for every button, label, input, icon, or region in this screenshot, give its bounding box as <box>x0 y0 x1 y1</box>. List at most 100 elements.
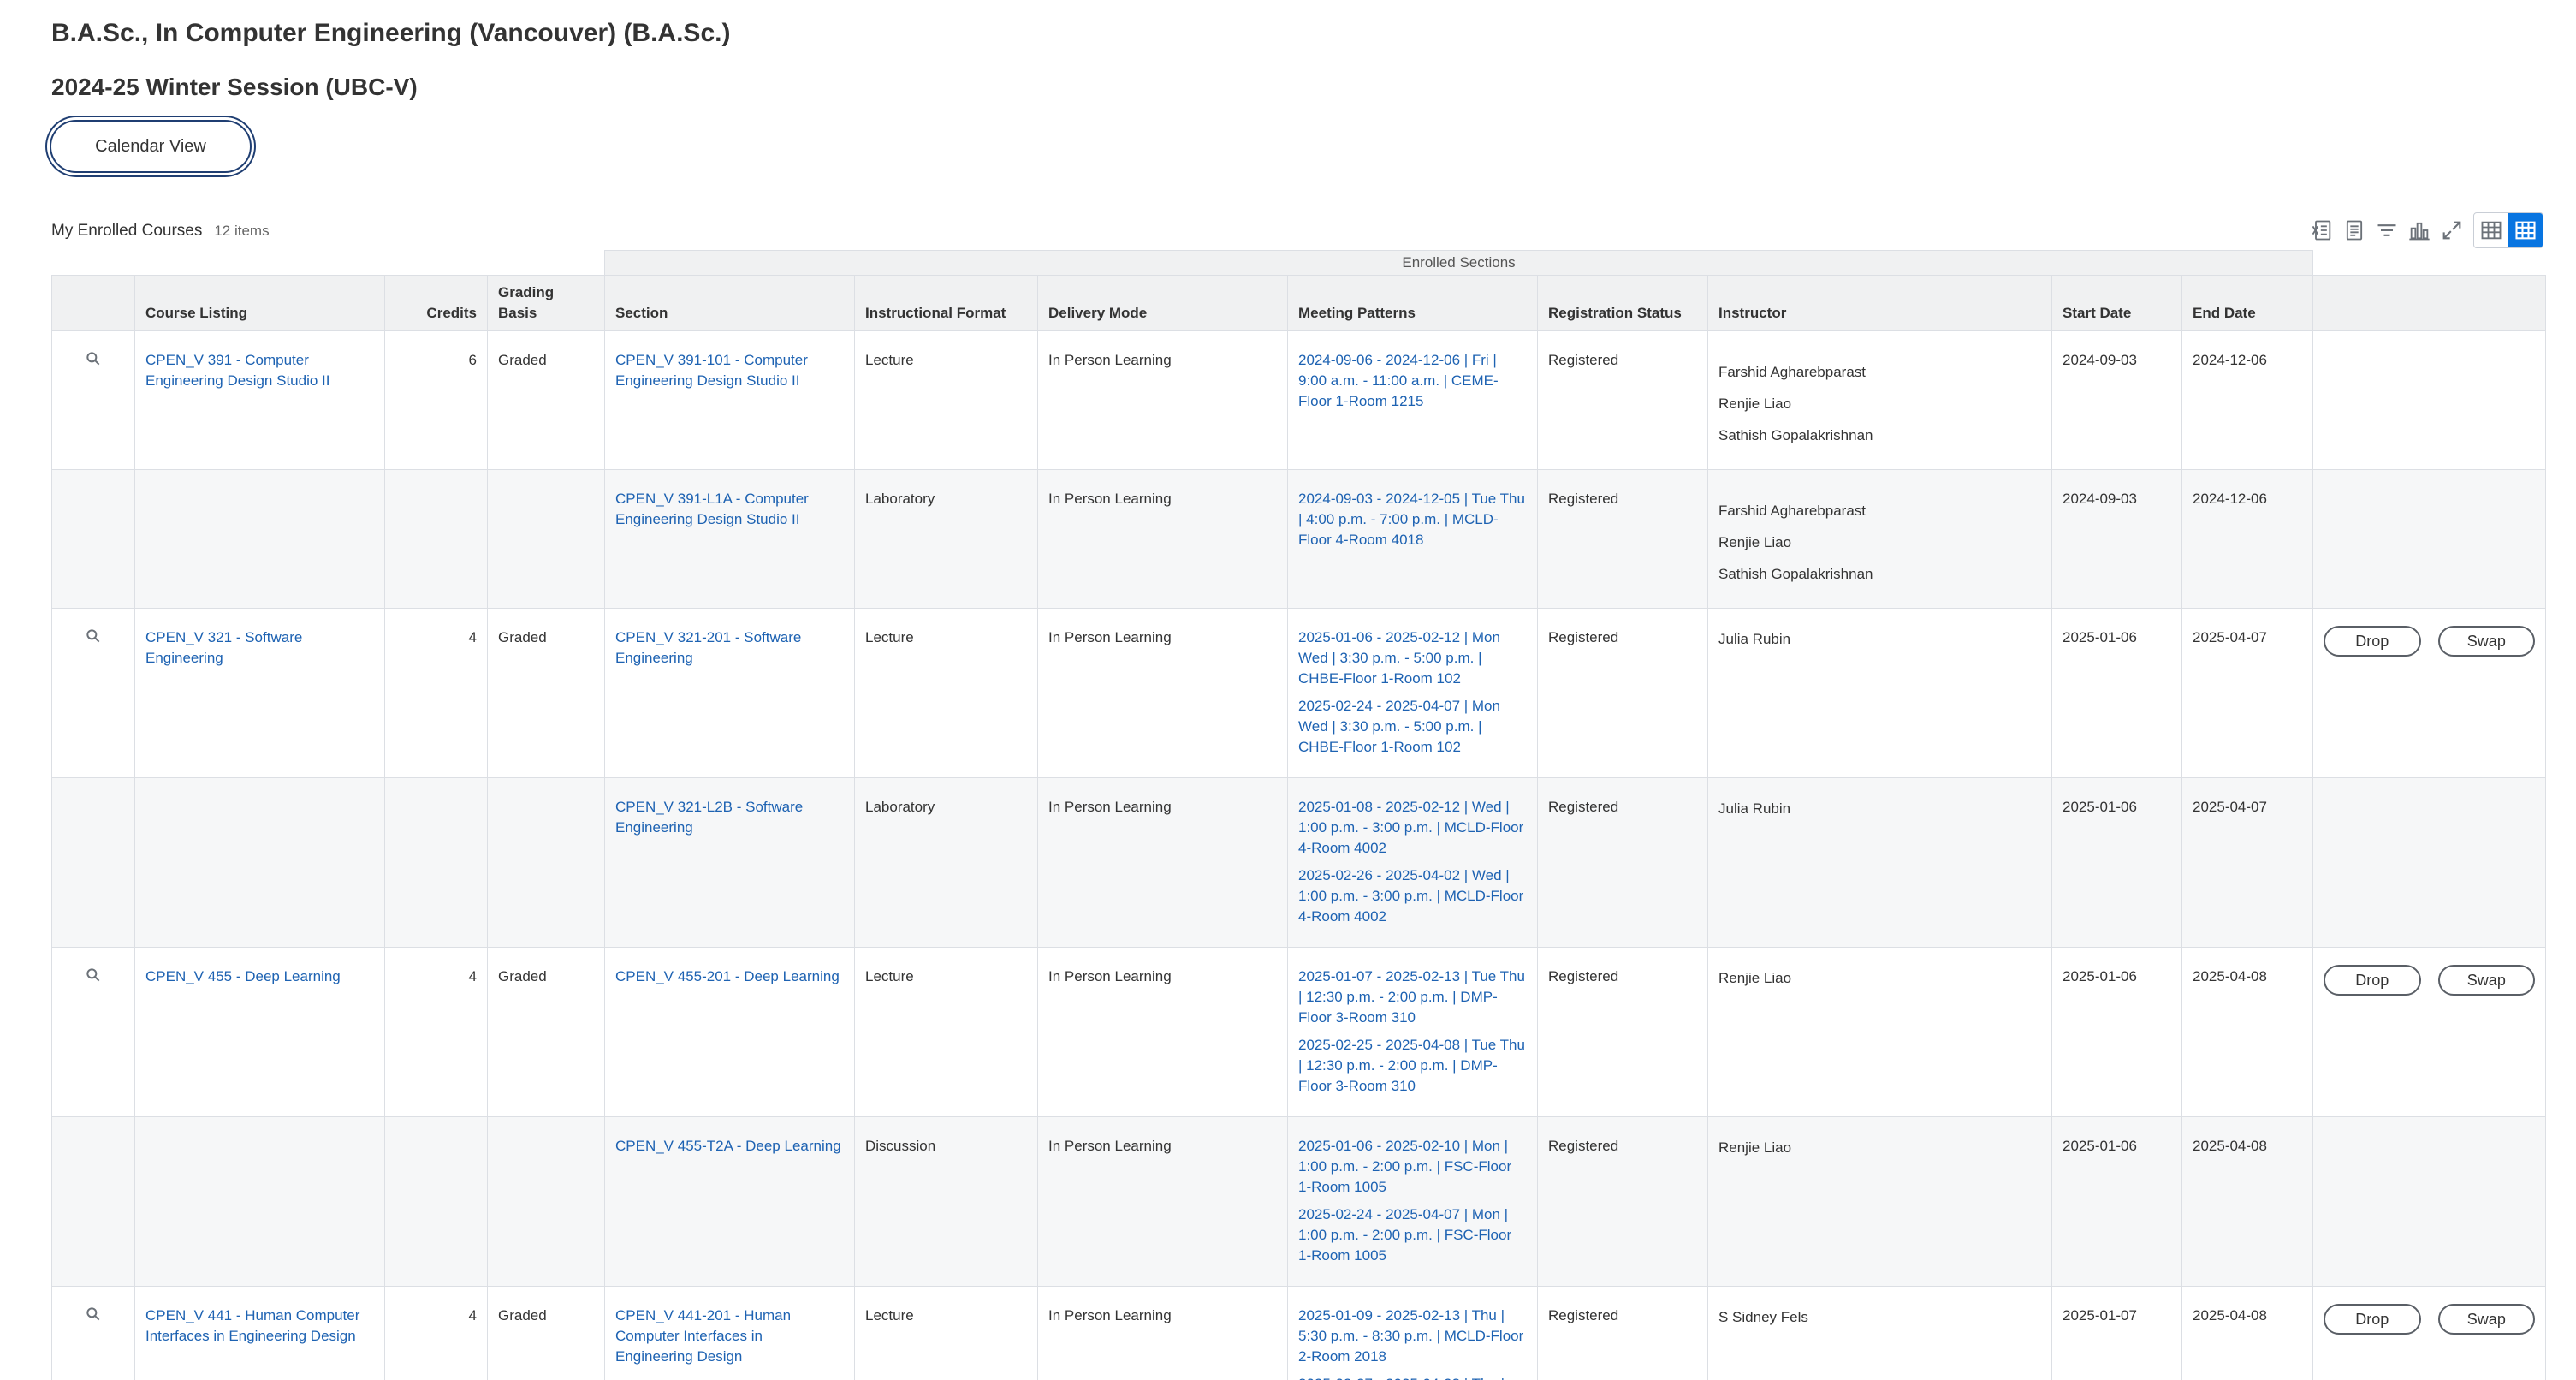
col-header-instructor[interactable]: Instructor <box>1707 275 2052 331</box>
section-cell: CPEN_V 391-101 - Computer Engineering De… <box>604 330 855 470</box>
table-row: CPEN_V 441 - Human Computer Interfaces i… <box>51 1286 2547 1380</box>
drop-button[interactable]: Drop <box>2324 965 2421 996</box>
delivery-mode-cell: In Person Learning <box>1037 1286 1288 1380</box>
meeting-pattern-link[interactable]: 2024-09-03 - 2024-12-05 | Tue Thu | 4:00… <box>1298 489 1527 550</box>
start-date-cell: 2025-01-06 <box>2051 777 2182 948</box>
grid-title-label: My Enrolled Courses <box>51 222 203 240</box>
start-date-cell: 2024-09-03 <box>2051 330 2182 470</box>
registration-status-cell: Registered <box>1537 330 1708 470</box>
instructor-list: Renjie Liao <box>1718 1136 2041 1158</box>
meeting-patterns-cell: 2025-01-09 - 2025-02-13 | Thu | 5:30 p.m… <box>1287 1286 1538 1380</box>
section-link[interactable]: CPEN_V 455-T2A - Deep Learning <box>615 1138 841 1154</box>
meeting-pattern-link[interactable]: 2025-01-07 - 2025-02-13 | Tue Thu | 12:3… <box>1298 967 1527 1028</box>
chart-icon[interactable] <box>2403 214 2436 247</box>
swap-button[interactable]: Swap <box>2437 965 2536 996</box>
magnifier-icon[interactable] <box>85 1307 102 1326</box>
item-count: 12 items <box>214 223 270 239</box>
meeting-pattern-link[interactable]: 2025-02-24 - 2025-04-07 | Mon Wed | 3:30… <box>1298 696 1527 758</box>
export-to-pdf-icon[interactable] <box>2338 214 2371 247</box>
table-row: CPEN_V 455-T2A - Deep Learning Discussion… <box>51 1116 2547 1287</box>
meeting-pattern-link[interactable]: 2024-09-06 - 2024-12-06 | Fri | 9:00 a.m… <box>1298 350 1527 412</box>
delivery-mode-cell: In Person Learning <box>1037 608 1288 778</box>
col-header-course-listing[interactable]: Course Listing <box>134 275 385 331</box>
course-listing-cell: CPEN_V 391 - Computer Engineering Design… <box>134 330 385 470</box>
section-cell: CPEN_V 441-201 - Human Computer Interfac… <box>604 1286 855 1380</box>
meeting-pattern-link[interactable]: 2025-02-25 - 2025-04-08 | Tue Thu | 12:3… <box>1298 1035 1527 1097</box>
registration-status-cell: Registered <box>1537 777 1708 948</box>
instructor-name: Sathish Gopalakrishnan <box>1718 427 1873 443</box>
fullscreen-icon[interactable] <box>2436 214 2468 247</box>
meeting-pattern-link[interactable]: 2025-01-06 - 2025-02-12 | Mon Wed | 3:30… <box>1298 628 1527 689</box>
view-cell <box>51 608 135 778</box>
meeting-pattern-link[interactable]: 2025-02-27 - 2025-04-03 | Thu | <box>1298 1374 1527 1380</box>
col-header-credits[interactable]: Credits <box>384 275 488 331</box>
start-date-cell: 2025-01-06 <box>2051 1116 2182 1287</box>
delivery-mode-cell: In Person Learning <box>1037 947 1288 1117</box>
grid-toolbar <box>2306 212 2543 248</box>
magnifier-icon[interactable] <box>85 629 102 648</box>
section-cell: CPEN_V 455-201 - Deep Learning <box>604 947 855 1117</box>
meeting-pattern-link[interactable]: 2025-01-06 - 2025-02-10 | Mon | 1:00 p.m… <box>1298 1136 1527 1198</box>
course-listing-link[interactable]: CPEN_V 391 - Computer Engineering Design… <box>145 352 329 389</box>
col-header-meeting-patterns[interactable]: Meeting Patterns <box>1287 275 1538 331</box>
course-listing-link[interactable]: CPEN_V 321 - Software Engineering <box>145 629 302 666</box>
col-header-end-date[interactable]: End Date <box>2181 275 2314 331</box>
filter-icon[interactable] <box>2371 214 2403 247</box>
actions-cell: Drop Swap <box>2312 947 2547 1117</box>
instructional-format-cell: Lecture <box>854 947 1038 1117</box>
swap-button[interactable]: Swap <box>2437 626 2536 657</box>
credits-cell <box>384 469 488 609</box>
instructor-list: Farshid Agharebparast Renjie Liao Sathish … <box>1718 489 2041 585</box>
meeting-pattern-link[interactable]: 2025-01-08 - 2025-02-12 | Wed | 1:00 p.m… <box>1298 797 1527 859</box>
meeting-patterns-cell: 2025-01-06 - 2025-02-12 | Mon Wed | 3:30… <box>1287 608 1538 778</box>
meeting-pattern-link[interactable]: 2025-02-24 - 2025-04-07 | Mon | 1:00 p.m… <box>1298 1205 1527 1266</box>
meeting-patterns-cell: 2024-09-06 - 2024-12-06 | Fri | 9:00 a.m… <box>1287 330 1538 470</box>
magnifier-icon[interactable] <box>85 352 102 371</box>
section-link[interactable]: CPEN_V 455-201 - Deep Learning <box>615 968 840 984</box>
calendar-view-button[interactable]: Calendar View <box>50 120 252 173</box>
grid-view-icon[interactable] <box>2508 213 2543 247</box>
drop-button[interactable]: Drop <box>2324 626 2421 657</box>
section-link[interactable]: CPEN_V 321-L2B - Software Engineering <box>615 799 803 836</box>
start-date-cell: 2025-01-06 <box>2051 947 2182 1117</box>
instructor-name: S Sidney Fels <box>1718 1309 1808 1325</box>
table-row: CPEN_V 391 - Computer Engineering Design… <box>51 330 2547 470</box>
meeting-patterns-cell: 2025-01-08 - 2025-02-12 | Wed | 1:00 p.m… <box>1287 777 1538 948</box>
instructor-cell: Farshid Agharebparast Renjie Liao Sathish … <box>1707 469 2052 609</box>
section-cell: CPEN_V 321-201 - Software Engineering <box>604 608 855 778</box>
instructional-format-cell: Lecture <box>854 330 1038 470</box>
magnifier-icon[interactable] <box>85 968 102 987</box>
section-link[interactable]: CPEN_V 441-201 - Human Computer Interfac… <box>615 1307 791 1365</box>
grading-basis-cell: Graded <box>487 947 605 1117</box>
col-header-instructional-format[interactable]: Instructional Format <box>854 275 1038 331</box>
meeting-pattern-link[interactable]: 2025-02-26 - 2025-04-02 | Wed | 1:00 p.m… <box>1298 865 1527 927</box>
swap-button[interactable]: Swap <box>2437 1304 2536 1335</box>
section-link[interactable]: CPEN_V 321-201 - Software Engineering <box>615 629 801 666</box>
grading-basis-cell <box>487 777 605 948</box>
course-listing-cell <box>134 469 385 609</box>
col-header-start-date[interactable]: Start Date <box>2051 275 2182 331</box>
view-cell <box>51 330 135 470</box>
instructor-name: Julia Rubin <box>1718 800 1791 817</box>
instructional-format-cell: Lecture <box>854 608 1038 778</box>
table-view-icon[interactable] <box>2474 213 2508 247</box>
end-date-cell: 2025-04-08 <box>2181 1286 2314 1380</box>
course-listing-link[interactable]: CPEN_V 455 - Deep Learning <box>145 968 341 984</box>
registration-status-cell: Registered <box>1537 1286 1708 1380</box>
meeting-patterns-cell: 2024-09-03 - 2024-12-05 | Tue Thu | 4:00… <box>1287 469 1538 609</box>
col-header-delivery-mode[interactable]: Delivery Mode <box>1037 275 1288 331</box>
meeting-pattern-link[interactable]: 2025-01-09 - 2025-02-13 | Thu | 5:30 p.m… <box>1298 1306 1527 1367</box>
credits-cell: 4 <box>384 608 488 778</box>
instructor-cell: Julia Rubin <box>1707 608 2052 778</box>
course-listing-link[interactable]: CPEN_V 441 - Human Computer Interfaces i… <box>145 1307 359 1344</box>
col-header-section[interactable]: Section <box>604 275 855 331</box>
col-header-registration-status[interactable]: Registration Status <box>1537 275 1708 331</box>
end-date-cell: 2025-04-07 <box>2181 608 2314 778</box>
drop-button[interactable]: Drop <box>2324 1304 2421 1335</box>
export-to-excel-icon[interactable] <box>2306 214 2338 247</box>
section-link[interactable]: CPEN_V 391-101 - Computer Engineering De… <box>615 352 808 389</box>
row-actions: Drop Swap <box>2324 626 2536 657</box>
end-date-cell: 2025-04-07 <box>2181 777 2314 948</box>
section-link[interactable]: CPEN_V 391-L1A - Computer Engineering De… <box>615 491 809 527</box>
col-header-grading-basis[interactable]: Grading Basis <box>487 275 605 331</box>
